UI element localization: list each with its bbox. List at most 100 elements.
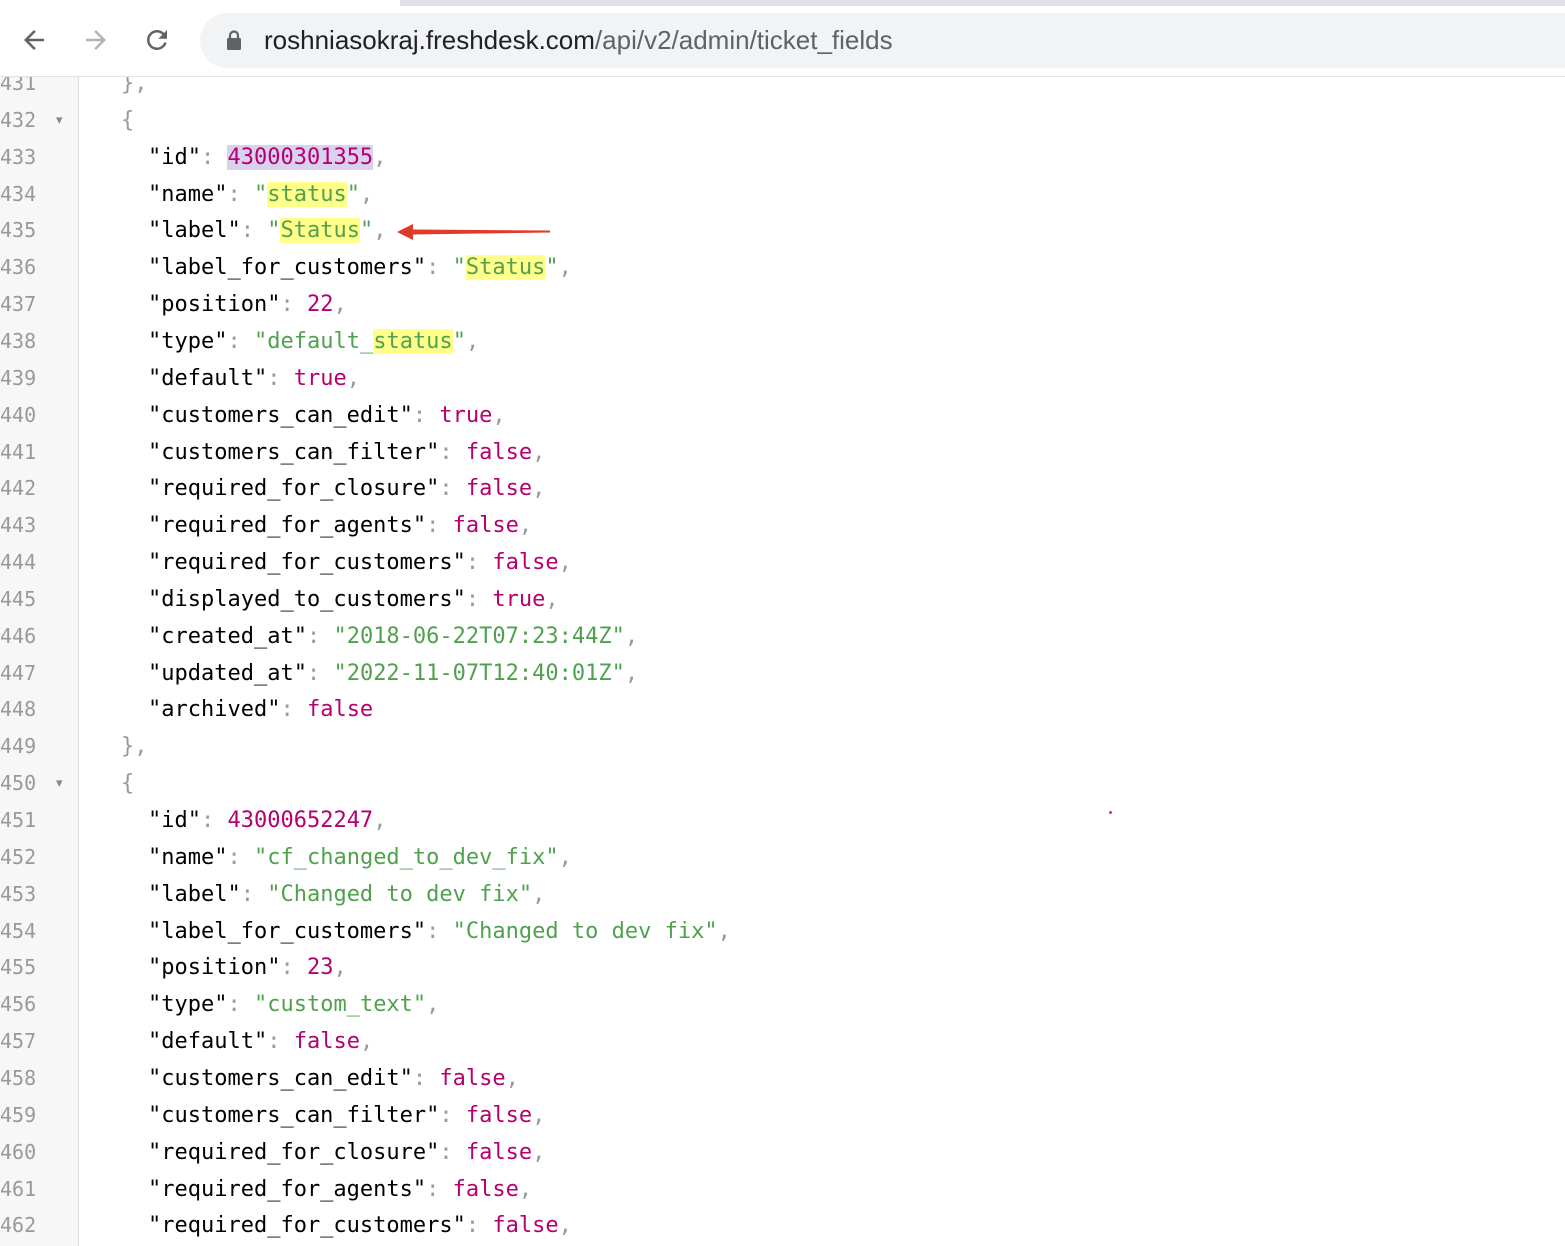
json-key-token: "label_for_customers" — [148, 255, 427, 281]
annotation-arrow — [397, 224, 550, 240]
json-punc-token: , — [359, 181, 374, 207]
code-text: "default": true, — [148, 360, 360, 397]
code-line: 435 "label": "Status", — [0, 212, 1565, 249]
json-key-token: "id" — [148, 144, 201, 170]
code-line: 448 "archived": false — [0, 691, 1565, 728]
json-punc-token: }, — [121, 77, 148, 96]
json-key-token: "required_for_agents" — [148, 513, 427, 539]
code-line: 454 "label_for_customers": "Changed to de… — [0, 913, 1565, 950]
reload-icon — [146, 29, 167, 50]
line-number: 442 — [0, 476, 37, 501]
address-bar[interactable]: roshniasokraj.freshdesk.com/api/v2/admin… — [200, 13, 1565, 68]
line-number: 439 — [0, 365, 37, 390]
json-punc-token: , — [624, 623, 639, 649]
code-text: "archived": false — [148, 691, 373, 728]
json-str-token: " — [359, 218, 374, 244]
json-punc-token: : — [280, 292, 307, 318]
line-number: 449 — [0, 734, 37, 759]
code-line: 432 ▾ { — [0, 102, 1565, 139]
json-punc-token: : — [227, 181, 254, 207]
json-punc-token: : — [280, 955, 307, 981]
json-punc-token: , — [532, 1102, 546, 1128]
code-text: "customers_can_edit": true, — [148, 397, 506, 434]
json-punc-token: : — [200, 808, 228, 833]
json-punc-token: , — [532, 439, 546, 465]
json-punc-token: : — [439, 1139, 466, 1165]
line-number: 444 — [0, 550, 37, 575]
json-punc-token: , — [532, 1139, 546, 1165]
json-punc-token: , — [373, 218, 387, 244]
code-text: "default": false, — [148, 1023, 373, 1060]
line-number: 434 — [0, 181, 37, 206]
json-key-token: "created_at" — [148, 623, 307, 649]
json-bool-token: false — [293, 1029, 360, 1055]
json-punc-token: : — [465, 550, 493, 576]
url-text[interactable]: roshniasokraj.freshdesk.com/api/v2/admin… — [264, 13, 893, 68]
json-punc-token: , — [532, 476, 546, 502]
code-line: 434 "name": "status", — [0, 176, 1565, 213]
json-bool-token: true — [293, 365, 347, 391]
url-host: roshniasokraj.freshdesk.com — [264, 25, 595, 55]
code-text: "name": "status", — [148, 176, 373, 213]
line-number: 446 — [0, 623, 37, 648]
json-key-token: "default" — [148, 1029, 268, 1055]
json-key-token: "type" — [148, 328, 228, 354]
code-text: "required_for_agents": false, — [148, 507, 532, 544]
line-number: 440 — [0, 402, 37, 427]
json-punc-token: , — [518, 1176, 533, 1202]
tab-strip — [400, 0, 1565, 6]
json-str-token: " — [452, 255, 466, 281]
line-number: 462 — [0, 1213, 37, 1238]
json-punc-token: , — [505, 1065, 519, 1091]
json-key-token: "required_for_closure" — [148, 1139, 440, 1165]
code-line: 440 "customers_can_edit": true, — [0, 397, 1565, 434]
code-text: "updated_at": "2022-11-07T12:40:01Z", — [148, 655, 638, 692]
json-punc-token: : — [227, 328, 254, 354]
json-key-token: "customers_can_filter" — [148, 1102, 440, 1128]
reload-button[interactable] — [137, 20, 177, 60]
line-number: 458 — [0, 1065, 37, 1090]
code-text: "customers_can_edit": false, — [148, 1060, 519, 1097]
line-number: 461 — [0, 1176, 37, 1201]
json-bool-token: true — [492, 586, 546, 612]
line-number: 443 — [0, 513, 37, 538]
line-number: 459 — [0, 1102, 37, 1127]
json-bool-token: false — [439, 1065, 506, 1091]
json-punc-token: : — [465, 1213, 493, 1239]
fold-toggle-icon[interactable]: ▾ — [56, 765, 63, 802]
forward-button[interactable] — [76, 20, 116, 60]
json-punc-token: : — [227, 844, 254, 870]
code-line: 447 "updated_at": "2022-11-07T12:40:01Z", — [0, 655, 1565, 692]
json-punc-token: : — [267, 365, 294, 391]
json-str-token: "2022-11-07T12:40:01Z" — [333, 660, 625, 686]
json-punc-token: , — [558, 1213, 572, 1239]
line-number: 456 — [0, 992, 37, 1017]
code-line: 444 "required_for_customers": false, — [0, 544, 1565, 581]
code-text: "id": 43000652247, — [148, 802, 386, 839]
json-punc-token: : — [465, 586, 493, 612]
json-str-token: Status — [465, 255, 546, 281]
code-line: 462 "required_for_customers": false, — [0, 1207, 1565, 1244]
fold-toggle-icon[interactable]: ▾ — [56, 102, 63, 139]
line-number: 448 — [0, 697, 37, 722]
code-line: 453 "label": "Changed to dev fix", — [0, 876, 1565, 913]
json-punc-token: , — [518, 513, 533, 539]
json-bool-token: false — [492, 1213, 559, 1239]
code-text: "customers_can_filter": false, — [148, 434, 545, 471]
json-punc-token: : — [306, 623, 334, 649]
code-text: "required_for_closure": false, — [148, 470, 545, 507]
json-bool-token: false — [306, 697, 374, 723]
code-text: "customers_can_filter": false, — [148, 1097, 545, 1134]
json-key-token: "label_for_customers" — [148, 918, 427, 944]
json-key-token: "required_for_closure" — [148, 476, 440, 502]
json-key-token: "id" — [148, 808, 201, 833]
json-punc-token: : — [240, 218, 268, 244]
json-punc-token: : — [280, 697, 307, 723]
code-line: 439 "default": true, — [0, 360, 1565, 397]
back-button[interactable] — [14, 20, 54, 60]
code-text: "created_at": "2018-06-22T07:23:44Z", — [148, 618, 638, 655]
code-text: "name": "cf_changed_to_dev_fix", — [148, 839, 572, 876]
json-punc-token: : — [439, 476, 466, 502]
code-text: { — [121, 765, 134, 802]
json-punc-token: : — [267, 1029, 294, 1055]
